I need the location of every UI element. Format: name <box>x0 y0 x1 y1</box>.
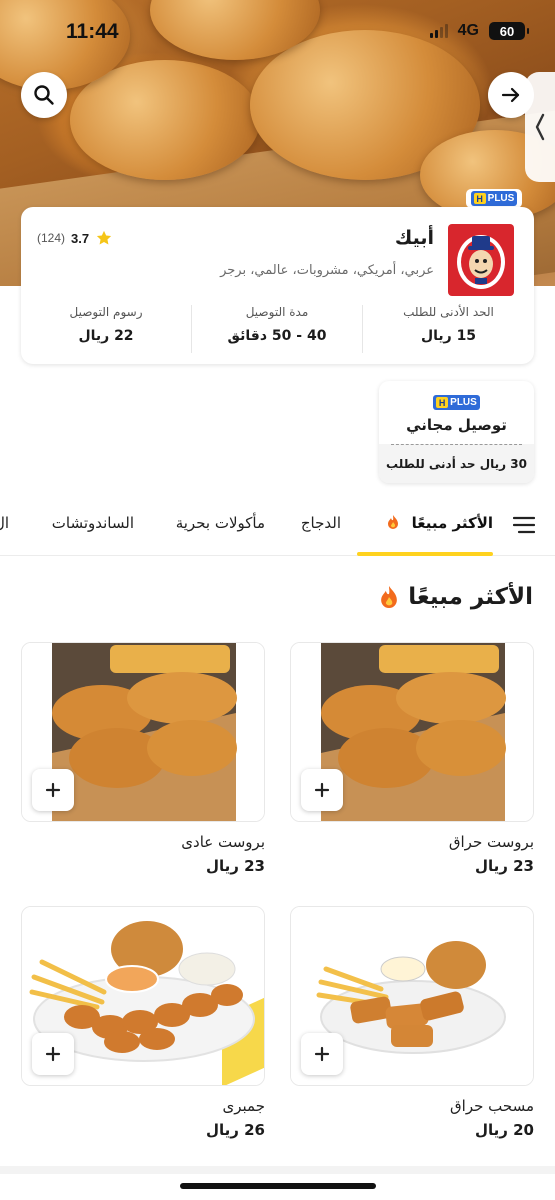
product-price: 20 ريال <box>474 1121 534 1139</box>
section-title-text: الأكثر مبيعًا <box>408 584 533 610</box>
product-name: بروست عادى <box>181 833 265 851</box>
plus-icon <box>314 1046 330 1062</box>
stat-value: 22 ريال <box>78 328 134 344</box>
edge-swipe-handle[interactable] <box>525 72 555 182</box>
section-title: الأكثر مبيعًا <box>378 584 533 610</box>
product-card[interactable] <box>21 642 265 822</box>
add-to-cart-button[interactable] <box>301 769 343 811</box>
arrow-right-icon <box>501 87 520 103</box>
restaurant-logo-image <box>448 224 514 296</box>
product-card[interactable] <box>290 642 534 822</box>
stat-label: الحد الأدنى للطلب <box>403 305 494 319</box>
plus-badge-container: H PLUS <box>466 189 522 208</box>
menu-icon[interactable] <box>513 516 535 534</box>
plus-icon <box>45 1046 61 1062</box>
product-price: 23 ريال <box>205 857 265 875</box>
tab-seafood[interactable]: مأكولات بحرية <box>176 514 265 532</box>
section-divider <box>0 1166 555 1174</box>
plus-h-mark: H <box>436 397 449 408</box>
battery-icon: 60 <box>489 22 529 40</box>
plus-label: PLUS <box>450 397 477 408</box>
fire-icon <box>388 515 399 529</box>
promo-subtitle: 30 ريال حد أدنى للطلب <box>379 444 534 483</box>
restaurant-logo <box>448 223 514 297</box>
tab-sandwiches[interactable]: الساندوتشات <box>52 514 134 532</box>
network-label: 4G <box>457 22 479 39</box>
rating-value: 3.7 <box>71 230 90 246</box>
signal-icon <box>429 24 448 38</box>
plus-label: PLUS <box>487 193 515 204</box>
plus-icon <box>45 782 61 798</box>
add-to-cart-button[interactable] <box>32 769 74 811</box>
tab-best-sellers[interactable]: الأكثر مبيعًا <box>386 514 493 532</box>
stat-delivery-time: مدة التوصيل 40 - 50 دقائق <box>192 305 363 353</box>
free-delivery-promo[interactable]: H PLUS توصيل مجاني 30 ريال حد أدنى للطلب <box>379 381 534 483</box>
chevron-left-icon <box>535 113 545 141</box>
promo-top: H PLUS توصيل مجاني <box>379 381 534 444</box>
restaurant-cuisine: عربي، أمريكي، مشروبات، عالمي، برجر <box>220 263 434 278</box>
product-card[interactable] <box>21 906 265 1086</box>
battery-level: 60 <box>499 23 515 39</box>
restaurant-stats: الحد الأدنى للطلب 15 ريال مدة التوصيل 40… <box>21 305 534 353</box>
restaurant-info-card: أبيك عربي، أمريكي، مشروبات، عالمي، برجر … <box>21 207 534 364</box>
search-icon <box>34 85 54 105</box>
product-name: مسحب حراق <box>450 1097 534 1115</box>
stat-min-order: الحد الأدنى للطلب 15 ريال <box>363 305 534 353</box>
plus-badge: H PLUS <box>433 395 480 410</box>
plus-badge: H PLUS <box>470 191 518 206</box>
promo-divider <box>391 444 522 445</box>
stat-value: 15 ريال <box>420 328 477 344</box>
plus-h-mark: H <box>473 193 486 204</box>
product-name: بروست حراق <box>448 833 534 851</box>
product-card[interactable] <box>290 906 534 1086</box>
home-indicator[interactable] <box>180 1183 376 1189</box>
plus-icon <box>314 782 330 798</box>
stat-label: رسوم التوصيل <box>69 305 143 319</box>
category-tabs: الأكثر مبيعًا الدجاج مأكولات بحرية السان… <box>0 500 555 556</box>
search-button[interactable] <box>21 72 67 118</box>
restaurant-rating[interactable]: (124) 3.7 <box>37 229 113 247</box>
status-indicators: 4G 60 <box>429 22 529 40</box>
product-price: 23 ريال <box>474 857 534 875</box>
restaurant-name: أبيك <box>394 227 434 249</box>
tab-chicken[interactable]: الدجاج <box>301 514 341 532</box>
rating-count: (124) <box>37 231 66 245</box>
stat-label: مدة التوصيل <box>245 305 309 319</box>
product-price: 26 ريال <box>205 1121 265 1139</box>
add-to-cart-button[interactable] <box>301 1033 343 1075</box>
active-tab-indicator <box>357 552 493 556</box>
add-to-cart-button[interactable] <box>32 1033 74 1075</box>
tab-more[interactable]: ال <box>0 514 9 532</box>
stat-value: 40 - 50 دقائق <box>227 328 327 344</box>
tab-label: الأكثر مبيعًا <box>411 514 493 532</box>
promo-title: توصيل مجاني <box>406 416 507 434</box>
star-icon <box>96 230 112 245</box>
product-name: جمبرى <box>222 1097 266 1115</box>
fire-icon <box>381 586 398 608</box>
stat-delivery-fee: رسوم التوصيل 22 ريال <box>21 305 192 353</box>
status-time: 11:44 <box>66 20 119 43</box>
